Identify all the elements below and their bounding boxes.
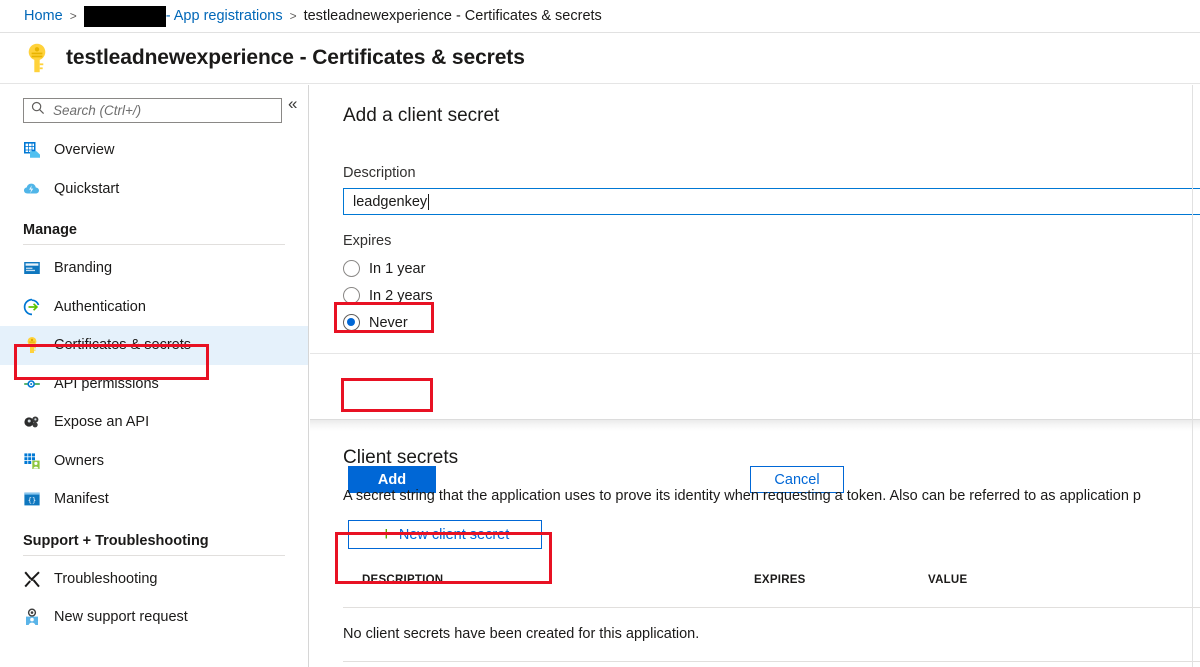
column-header-description: DESCRIPTION xyxy=(362,574,443,586)
expose-api-icon xyxy=(23,413,41,431)
sidebar-item-api-permissions[interactable]: API permissions xyxy=(0,365,308,404)
breadcrumb-current: testleadnewexperience - Certificates & s… xyxy=(304,8,602,24)
radio-in-2-years[interactable]: In 2 years xyxy=(343,282,433,309)
sidebar-item-certificates-secrets[interactable]: Certificates & secrets xyxy=(0,326,308,365)
breadcrumb-separator-2: > xyxy=(290,9,297,23)
table-bottom-divider xyxy=(343,661,1200,662)
sidebar-section-support: Support + Troubleshooting xyxy=(0,519,308,553)
page-title: testleadnewexperience - Certificates & s… xyxy=(66,46,525,70)
plus-icon: + xyxy=(381,525,392,544)
cloud-lightning-icon xyxy=(23,180,41,198)
radio-in-1-year[interactable]: In 1 year xyxy=(343,255,433,282)
column-header-expires: EXPIRES xyxy=(754,574,806,586)
radio-circle-selected-icon xyxy=(343,314,360,331)
sidebar-item-label: API permissions xyxy=(54,376,159,392)
sidebar-item-label: Expose an API xyxy=(54,414,149,430)
sidebar-item-new-support-request[interactable]: New support request xyxy=(0,598,308,637)
sidebar-search-row: Search (Ctrl+/) « xyxy=(0,85,308,131)
page-header: testleadnewexperience - Certificates & s… xyxy=(0,33,1200,84)
sidebar-item-label: Owners xyxy=(54,453,104,469)
column-header-value: VALUE xyxy=(928,574,967,586)
search-placeholder: Search (Ctrl+/) xyxy=(53,103,141,118)
expires-label: Expires xyxy=(343,233,391,249)
sidebar-item-expose-an-api[interactable]: Expose an API xyxy=(0,403,308,442)
authentication-icon xyxy=(23,298,41,316)
description-input-value: leadgenkey xyxy=(353,194,427,210)
empty-state-message: No client secrets have been created for … xyxy=(343,626,699,642)
azure-portal-page: Home > - App registrations > testleadnew… xyxy=(0,0,1200,667)
sidebar-item-owners[interactable]: Owners xyxy=(0,442,308,481)
branding-icon xyxy=(23,259,41,277)
key-icon xyxy=(23,336,41,354)
form-actions-divider xyxy=(310,353,1200,354)
breadcrumb-home[interactable]: Home xyxy=(24,8,63,24)
wrench-screwdriver-icon xyxy=(23,570,41,588)
sidebar-item-overview[interactable]: Overview xyxy=(0,131,308,170)
content-right-edge xyxy=(1192,85,1193,667)
add-secret-heading: Add a client secret xyxy=(343,105,499,127)
radio-label: Never xyxy=(369,315,408,331)
grid-overview-icon xyxy=(23,141,41,159)
svg-text:{}: {} xyxy=(28,497,36,505)
description-input[interactable]: leadgenkey xyxy=(343,188,1200,215)
support-person-icon xyxy=(23,608,41,626)
add-client-secret-panel: Add a client secret Description leadgenk… xyxy=(310,85,1200,419)
panel-separator xyxy=(310,419,1200,431)
sidebar-item-branding[interactable]: Branding xyxy=(0,249,308,288)
search-icon xyxy=(31,101,45,120)
sidebar-item-label: Quickstart xyxy=(54,181,119,197)
client-secrets-title: Client secrets xyxy=(343,447,458,469)
sidebar-item-label: New support request xyxy=(54,609,188,625)
manifest-icon: {} xyxy=(23,490,41,508)
sidebar-section-manage: Manage xyxy=(0,208,308,242)
collapse-sidebar-button[interactable]: « xyxy=(288,95,297,112)
sidebar-item-quickstart[interactable]: Quickstart xyxy=(0,170,308,209)
secrets-table-header: DESCRIPTION EXPIRES VALUE xyxy=(310,574,1200,600)
sidebar-item-troubleshooting[interactable]: Troubleshooting xyxy=(0,560,308,599)
new-client-secret-label: New client secret xyxy=(399,527,509,543)
sidebar-item-authentication[interactable]: Authentication xyxy=(0,288,308,327)
search-input[interactable]: Search (Ctrl+/) xyxy=(23,98,282,123)
radio-circle-icon xyxy=(343,287,360,304)
sidebar-item-label: Certificates & secrets xyxy=(54,337,191,353)
radio-circle-icon xyxy=(343,260,360,277)
sidebar-item-label: Manifest xyxy=(54,491,109,507)
text-caret xyxy=(428,194,429,210)
new-client-secret-button[interactable]: + New client secret xyxy=(348,520,542,549)
key-icon xyxy=(24,43,50,73)
sidebar-item-label: Branding xyxy=(54,260,112,276)
expires-radio-group: In 1 year In 2 years Never xyxy=(343,255,433,336)
main-content: Add a client secret Description leadgenk… xyxy=(310,85,1200,667)
sidebar-divider-support xyxy=(23,555,285,556)
radio-label: In 2 years xyxy=(369,288,433,304)
sidebar-item-manifest[interactable]: {} Manifest xyxy=(0,480,308,519)
sidebar-divider-manage xyxy=(23,244,285,245)
sidebar-item-label: Overview xyxy=(54,142,114,158)
api-permissions-icon xyxy=(23,375,41,393)
radio-label: In 1 year xyxy=(369,261,425,277)
radio-never[interactable]: Never xyxy=(343,309,433,336)
breadcrumb: Home > - App registrations > testleadnew… xyxy=(0,0,1200,33)
owners-icon xyxy=(23,452,41,470)
table-header-divider xyxy=(343,607,1200,608)
breadcrumb-separator-1: > xyxy=(70,9,77,23)
breadcrumb-redacted-tenant xyxy=(84,6,166,27)
sidebar-item-label: Authentication xyxy=(54,299,146,315)
breadcrumb-app-registrations[interactable]: - App registrations xyxy=(166,8,283,24)
description-label: Description xyxy=(343,165,416,181)
sidebar: Search (Ctrl+/) « Overview xyxy=(0,85,309,667)
client-secrets-description: A secret string that the application use… xyxy=(343,488,1200,504)
sidebar-item-label: Troubleshooting xyxy=(54,571,157,587)
